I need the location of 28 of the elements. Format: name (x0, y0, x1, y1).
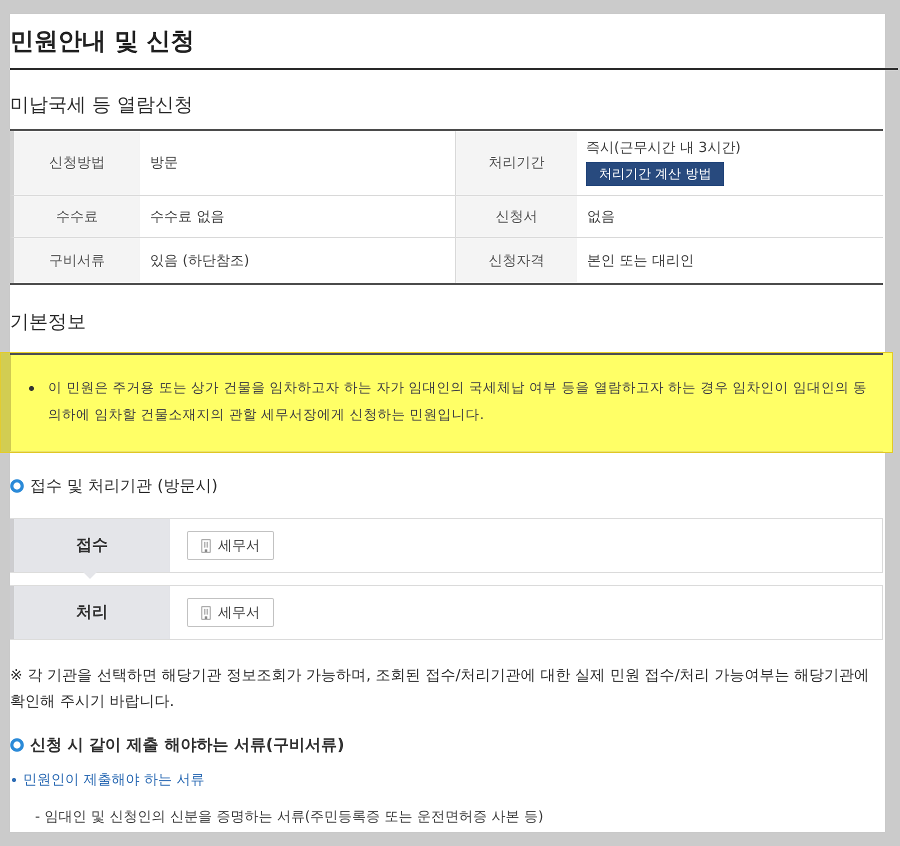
bullet-icon (12, 778, 16, 782)
building-icon (201, 538, 211, 552)
row-header-cell: 처리기간 (455, 131, 577, 196)
office-button[interactable]: 세무서 (187, 531, 274, 560)
step-label: 처리 (10, 586, 170, 639)
note-text: ※ 각 기관을 선택하면 해당기관 정보조회가 가능하며, 조회된 접수/처리기관에 대한 실제 민원 접수/처리 가능여부는 해당기관에 확인해 주시기 바랍니다. (10, 665, 870, 712)
cell-text: 즉시(근무시간 내 3시간) (586, 139, 741, 158)
page-title: 민원안내 및 신청 (10, 26, 195, 57)
table-cell-text: 본인 또는 대리인 (586, 252, 695, 270)
document-item: - 임대인 및 신청인의 신분을 증명하는 서류(주민등록증 또는 운전면허증 사본 등) (35, 808, 544, 827)
section-title: 기본정보 (10, 311, 86, 333)
section-title: 미납국세 등 열람신청 (10, 94, 194, 116)
table-cell: 없음 (577, 196, 883, 238)
notice-text: 이 민원은 주거용 또는 상가 건물을 임차하고자 하는 자가 임대인의 국세체납 여부 등을 열람하고자 하는 경우 임차인이 임대인의 동의하에 임차할 건물소재지의 관할 세무서장에게 신청하는 민원입니다. (48, 379, 868, 425)
row-header-cell: 수수료 (10, 196, 140, 238)
document-link[interactable]: 민원인이 제출해야 하는 서류 (23, 769, 204, 791)
step-label: 접수 (10, 519, 170, 572)
office-button[interactable]: 세무서 (187, 598, 274, 627)
row-header-cell: 신청자격 (455, 238, 577, 283)
row-header-cell: 신청방법 (10, 131, 140, 196)
bullet-icon (29, 386, 34, 391)
row-header-cell: 신청서 (455, 196, 577, 238)
table-cell-text: 있음 (하단참조) (149, 252, 250, 270)
calculation-method-button[interactable]: 처리기간 계산 방법 (586, 162, 724, 186)
row-header-cell: 구비서류 (10, 238, 140, 283)
section-heading: 접수 및 처리기관 (방문시) (30, 475, 218, 497)
section-heading: 신청 시 같이 제출 해야하는 서류(구비서류) (30, 734, 344, 756)
building-icon (201, 606, 211, 620)
